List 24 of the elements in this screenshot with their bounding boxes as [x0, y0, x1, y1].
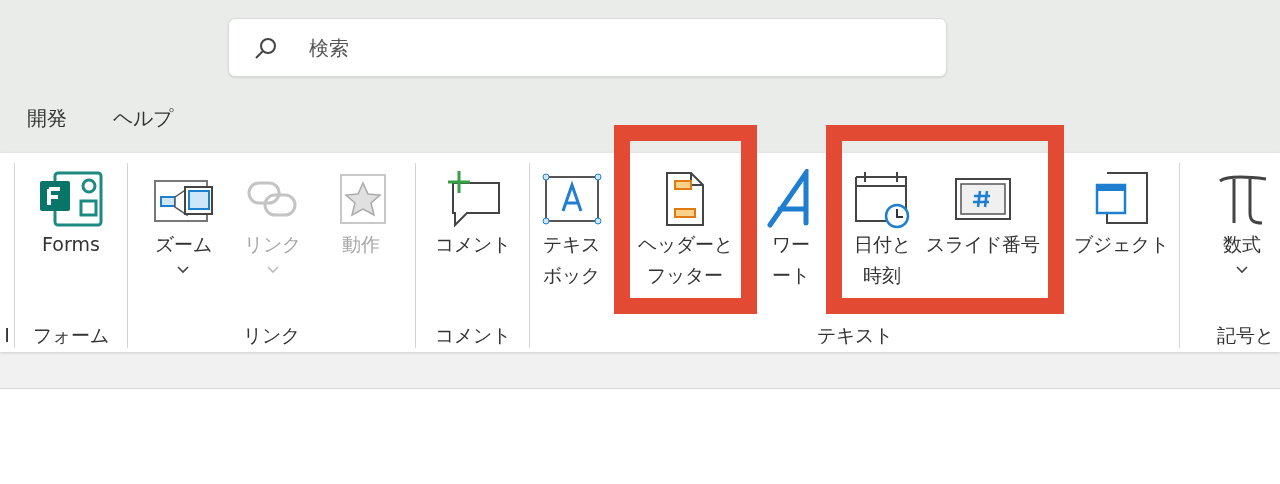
- chevron-icon: [1236, 266, 1248, 274]
- group-label: I: [4, 323, 10, 348]
- ribbon-button[interactable]: 数式: [1210, 163, 1274, 274]
- ribbon-button[interactable]: ヘッダーと フッター: [633, 163, 737, 322]
- ribbon-button[interactable]: 日付と 時刻: [846, 163, 919, 322]
- ribbon-button[interactable]: スライド番号: [922, 163, 1045, 322]
- ribbon-button[interactable]: Forms: [33, 163, 109, 260]
- group-label: コメント: [434, 323, 511, 348]
- group-label: テキスト: [816, 323, 893, 348]
- group-label: フォーム: [33, 323, 109, 348]
- ribbon-tab[interactable]: ヘルプ: [113, 105, 173, 132]
- forms-icon: [37, 169, 105, 229]
- search-field[interactable]: 検索: [228, 18, 947, 77]
- chevron-icon: [177, 266, 190, 274]
- ribbon-button[interactable]: ワー ート: [762, 163, 821, 291]
- group-label: リンク: [243, 323, 300, 348]
- group-label: 記号と: [1216, 323, 1274, 348]
- ribbon-button[interactable]: ブジェクト: [1070, 163, 1174, 260]
- search-icon: [254, 36, 278, 60]
- ribbon-button[interactable]: テキス ボック: [535, 163, 608, 291]
- chevron-icon: [266, 266, 279, 274]
- ribbon-button[interactable]: コメント: [430, 163, 515, 260]
- ribbon-tab[interactable]: 開発: [27, 105, 67, 132]
- ribbon-button[interactable]: ズーム: [148, 163, 219, 274]
